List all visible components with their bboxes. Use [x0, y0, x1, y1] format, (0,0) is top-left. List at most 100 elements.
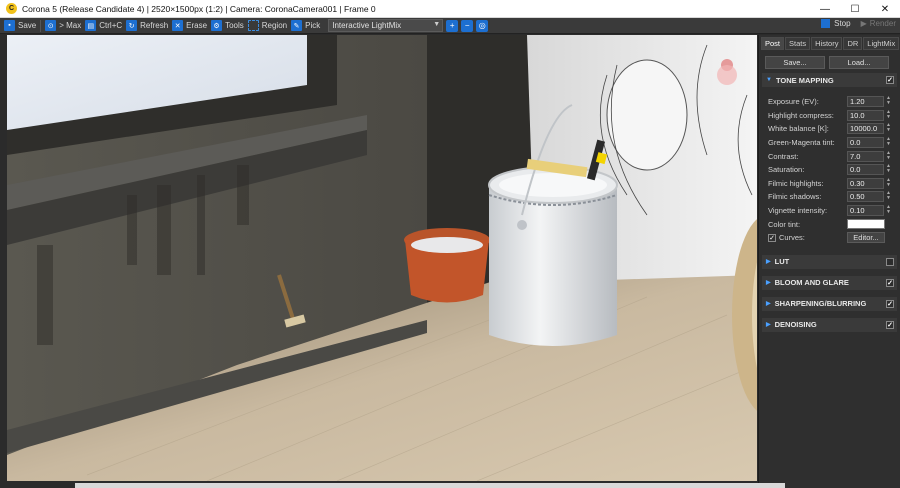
copy-button[interactable]: ▤ Ctrl+C: [85, 19, 122, 33]
lut-title: LUT: [774, 257, 790, 267]
exposure-input[interactable]: 1.20: [847, 96, 884, 108]
save-icon: ▪: [4, 20, 15, 31]
sharpening-checkbox[interactable]: ✓: [886, 299, 894, 308]
zoom-in-icon[interactable]: +: [446, 19, 459, 32]
tab-post[interactable]: Post: [761, 37, 785, 50]
tab-lightmix[interactable]: LightMix: [863, 37, 900, 50]
spinner-arrows-icon[interactable]: ▲ ▼: [886, 191, 892, 202]
param-label: Filmic shadows:: [768, 192, 822, 202]
expand-triangle-icon: ▶: [766, 280, 771, 287]
color-tint-swatch[interactable]: [847, 219, 885, 230]
refresh-label: Refresh: [140, 21, 169, 30]
erase-button[interactable]: ✕ Erase: [172, 19, 207, 33]
expand-triangle-icon: ▶: [766, 301, 771, 308]
zoom-fit-icon[interactable]: ◎: [476, 19, 489, 32]
chevron-down-icon: ▼: [433, 21, 441, 28]
maximize-button[interactable]: ☐: [840, 0, 870, 18]
refresh-button[interactable]: ↻ Refresh: [126, 19, 168, 33]
tone-mapping-checkbox[interactable]: ✓: [886, 76, 894, 84]
sharpening-title: SHARPENING/BLURRING: [774, 299, 867, 309]
tools-label: Tools: [225, 21, 244, 30]
param-label: Curves:: [779, 233, 805, 243]
param-exposure: Exposure (EV): 1.20 ▲ ▼: [759, 95, 900, 109]
spinner-arrows-icon[interactable]: ▲ ▼: [886, 177, 892, 189]
left-frame: [0, 35, 7, 488]
pick-icon: ✎: [291, 20, 303, 31]
region-button[interactable]: Region: [247, 19, 287, 33]
sharpening-header[interactable]: ▶ SHARPENING/BLURRING ✓: [762, 296, 897, 311]
param-label: Contrast:: [768, 151, 799, 161]
load-preset-button[interactable]: Load...: [829, 56, 889, 69]
param-label: Color tint:: [768, 219, 801, 229]
curves-checkbox[interactable]: ✓: [768, 233, 776, 242]
save-button[interactable]: ▪ Save: [4, 19, 36, 33]
curves-editor-button[interactable]: Editor...: [847, 232, 885, 244]
window-controls: — ☐ ✕: [810, 0, 900, 18]
param-green-magenta: Green-Magenta tint: 0.0 ▲ ▼: [759, 136, 900, 150]
highlight-compress-input[interactable]: 10.0: [847, 109, 884, 121]
close-button[interactable]: ✕: [870, 0, 900, 18]
bloom-glare-header[interactable]: ▶ BLOOM AND GLARE ✓: [762, 275, 897, 290]
lightmix-dropdown[interactable]: Interactive LightMix ▼: [328, 19, 444, 32]
spinner-arrows-icon[interactable]: ▲ ▼: [886, 109, 892, 121]
param-label: Vignette intensity:: [768, 206, 828, 216]
white-balance-input[interactable]: 10000.0: [847, 123, 884, 135]
tab-stats[interactable]: Stats: [785, 37, 811, 50]
erase-label: Erase: [186, 21, 208, 30]
spinner-arrows-icon[interactable]: ▲ ▼: [886, 137, 892, 148]
spinner-arrows-icon[interactable]: ▲ ▼: [886, 96, 892, 107]
toolbar-separator: [40, 19, 42, 32]
tab-history[interactable]: History: [811, 37, 843, 50]
bloom-glare-title: BLOOM AND GLARE: [774, 278, 849, 288]
expand-triangle-icon: ▶: [766, 322, 771, 329]
max-label: > Max: [59, 21, 82, 30]
render-play-icon: ▶: [860, 19, 867, 28]
stop-icon: [821, 19, 831, 28]
denoising-checkbox[interactable]: ✓: [886, 320, 894, 329]
contrast-input[interactable]: 7.0: [847, 150, 884, 162]
render-viewport[interactable]: [7, 35, 757, 481]
pick-button[interactable]: ✎ Pick: [291, 19, 320, 33]
param-highlight-compress: Highlight compress: 10.0 ▲ ▼: [759, 109, 900, 123]
save-preset-button[interactable]: Save...: [765, 56, 825, 69]
render-button[interactable]: Render: [870, 19, 896, 28]
green-magenta-input[interactable]: 0.0: [847, 137, 884, 149]
expand-triangle-icon: ▶: [766, 259, 771, 266]
spinner-arrows-icon[interactable]: ▲ ▼: [886, 164, 892, 175]
spinner-arrows-icon[interactable]: ▲ ▼: [886, 150, 892, 162]
preset-buttons: Save... Load...: [765, 56, 896, 69]
filmic-shadows-input[interactable]: 0.50: [847, 191, 884, 203]
lut-header[interactable]: ▶ LUT: [762, 254, 897, 269]
erase-icon: ✕: [172, 20, 184, 31]
copy-label: Ctrl+C: [99, 21, 123, 30]
saturation-input[interactable]: 0.0: [847, 164, 884, 176]
vfb-toolbar: ▪ Save ⊙ > Max ▤ Ctrl+C ↻ Refresh ✕ Eras…: [0, 18, 900, 34]
tab-dr[interactable]: DR: [843, 37, 863, 50]
param-label: Saturation:: [768, 165, 805, 175]
param-contrast: Contrast: 7.0 ▲ ▼: [759, 149, 900, 163]
spinner-arrows-icon[interactable]: ▲ ▼: [886, 205, 892, 216]
param-white-balance: White balance [K]: 10000.0 ▲ ▼: [759, 122, 900, 136]
tools-button[interactable]: ⚙ Tools: [211, 19, 244, 33]
tone-mapping-header[interactable]: ▼ TONE MAPPING ✓: [762, 73, 897, 87]
refresh-icon: ↻: [126, 20, 138, 31]
vignette-input[interactable]: 0.10: [847, 205, 884, 217]
max-icon: ⊙: [45, 20, 57, 31]
minimize-button[interactable]: —: [810, 0, 840, 18]
param-filmic-shadows: Filmic shadows: 0.50 ▲ ▼: [759, 190, 900, 204]
bloom-glare-checkbox[interactable]: ✓: [886, 278, 894, 287]
spinner-arrows-icon[interactable]: ▲ ▼: [886, 123, 892, 134]
corona-app-icon: C: [6, 3, 17, 14]
param-label: Highlight compress:: [768, 110, 834, 120]
denoising-header[interactable]: ▶ DENOISING ✓: [762, 317, 897, 332]
render-controls: Stop ▶ Render: [821, 19, 896, 28]
max-button[interactable]: ⊙ > Max: [45, 19, 81, 33]
filmic-highlights-input[interactable]: 0.30: [847, 177, 884, 189]
lut-checkbox[interactable]: [886, 257, 894, 266]
pick-label: Pick: [305, 21, 321, 30]
stop-button[interactable]: Stop: [834, 19, 850, 28]
zoom-out-icon[interactable]: −: [461, 19, 474, 32]
param-label: Green-Magenta tint:: [768, 138, 835, 148]
tools-icon: ⚙: [211, 20, 223, 31]
bottom-scrollbar[interactable]: [75, 483, 785, 488]
